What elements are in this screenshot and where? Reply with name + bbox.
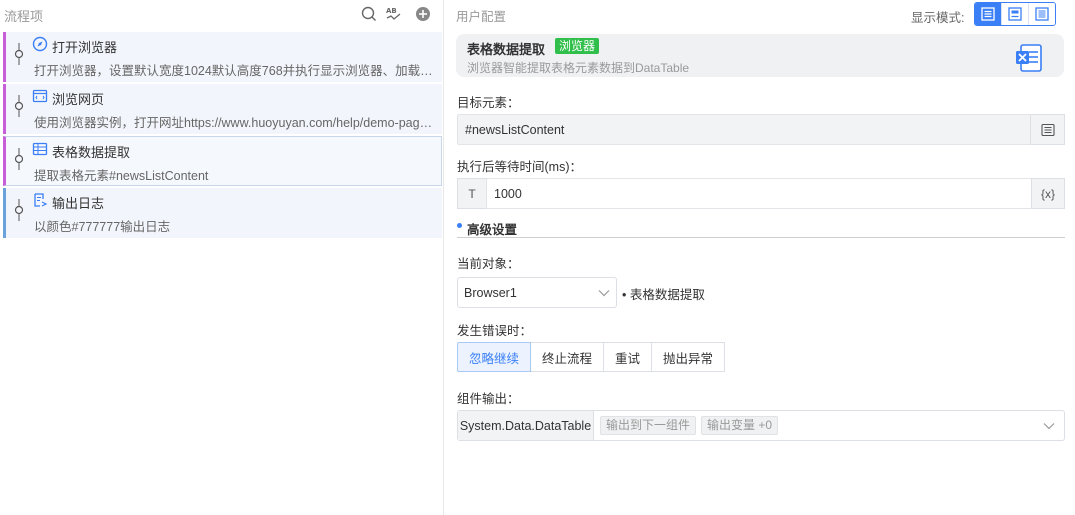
text-type-prefix[interactable]: T (457, 178, 487, 209)
section-bullet-icon (457, 223, 462, 228)
flow-item-title: 打开浏览器 (52, 40, 118, 55)
flow-item-desc: 提取表格元素#newsListContent (34, 169, 209, 183)
on-error-label: 发生错误时： (457, 324, 533, 338)
display-mode-switch (974, 2, 1056, 26)
component-category-badge: 浏览器 (555, 38, 600, 54)
flow-node-icon (14, 148, 24, 170)
config-panel: 用户配置 显示模式: 表格数据提取 浏览器 浏览器智能提取表格元素数据到Data… (445, 0, 1075, 515)
flow-node-icon (14, 95, 24, 117)
flow-item-browse-page[interactable]: 浏览网页 使用浏览器实例，打开网址https://www.huoyuyan.co… (3, 84, 442, 134)
flow-item-desc: 以颜色#777777输出日志 (34, 220, 171, 234)
on-error-retry-button[interactable]: 重试 (604, 342, 653, 372)
current-object-note: • 表格数据提取 (622, 288, 705, 302)
on-error-stop-button[interactable]: 终止流程 (531, 342, 605, 372)
output-chip-variable[interactable]: 输出变量 +0 (701, 416, 779, 435)
table-extract-icon (32, 141, 48, 157)
flow-node-icon (14, 199, 24, 221)
on-error-options: 忽略继续 终止流程 重试 抛出异常 (457, 342, 726, 372)
chevron-down-icon (598, 290, 610, 297)
component-output-label: 组件输出： (457, 392, 520, 406)
excel-table-icon (1014, 43, 1044, 73)
target-element-value: #newsListContent (465, 122, 565, 137)
flow-item-title: 输出日志 (52, 196, 105, 211)
app-root: 流程项 AB 打开浏览器 打开浏览器，设置默认宽度1024默认高度768并执行显… (0, 0, 1075, 515)
flow-item-desc: 使用浏览器实例，打开网址https://www.huoyuyan.com/hel… (34, 116, 438, 130)
wait-time-value: 1000 (494, 186, 522, 201)
svg-text:AB: AB (386, 7, 397, 15)
advanced-settings-title[interactable]: 高级设置 (467, 219, 517, 238)
output-type: System.Data.DataTable (458, 411, 594, 440)
section-divider (457, 237, 1065, 238)
flow-item-output-log[interactable]: 输出日志 以颜色#777777输出日志 (3, 188, 442, 238)
current-object-label: 当前对象： (457, 257, 520, 271)
component-name: 表格数据提取 (467, 42, 546, 57)
component-output-select[interactable]: System.Data.DataTable 输出到下一组件 输出变量 +0 (457, 410, 1065, 441)
current-object-value: Browser1 (464, 286, 517, 300)
output-chip-next[interactable]: 输出到下一组件 (600, 416, 697, 435)
flow-item-title: 浏览网页 (52, 92, 105, 107)
flow-panel-header: 流程项 AB (0, 0, 444, 30)
browser-window-icon (32, 88, 48, 104)
component-description: 浏览器智能提取表格元素数据到DataTable (467, 61, 690, 75)
flow-panel: 流程项 AB 打开浏览器 打开浏览器，设置默认宽度1024默认高度768并执行显… (0, 0, 444, 515)
display-mode-list-button[interactable] (1028, 3, 1055, 25)
flow-item-title: 表格数据提取 (52, 145, 131, 160)
flow-item-table-extract[interactable]: 表格数据提取 提取表格元素#newsListContent (3, 136, 442, 186)
add-circle-icon[interactable] (414, 5, 432, 23)
element-picker-button[interactable] (1030, 114, 1065, 145)
config-panel-title: 用户配置 (456, 10, 507, 24)
spell-check-icon[interactable]: AB (385, 5, 403, 23)
display-mode-full-button[interactable] (975, 3, 1001, 25)
flow-item-open-browser[interactable]: 打开浏览器 打开浏览器，设置默认宽度1024默认高度768并执行显示浏览器、加载… (3, 32, 442, 82)
display-mode-compact-button[interactable] (1001, 3, 1028, 25)
target-element-label: 目标元素： (457, 96, 520, 110)
search-icon[interactable] (360, 5, 378, 23)
component-info-card: 表格数据提取 浏览器 浏览器智能提取表格元素数据到DataTable (456, 34, 1064, 77)
wait-time-label: 执行后等待时间(ms)： (457, 160, 582, 174)
flow-node-icon (14, 43, 24, 65)
variable-insert-button[interactable]: {x} (1031, 178, 1065, 209)
current-object-select[interactable]: Browser1 (457, 277, 617, 308)
log-output-icon (32, 192, 48, 208)
chevron-down-icon (1043, 423, 1055, 430)
wait-time-input[interactable]: 1000 (486, 178, 1032, 209)
target-element-input[interactable]: #newsListContent (457, 114, 1031, 145)
on-error-ignore-button[interactable]: 忽略继续 (457, 342, 532, 372)
flow-item-desc: 打开浏览器，设置默认宽度1024默认高度768并执行显示浏览器、加载图片、隐身模… (34, 64, 438, 78)
on-error-throw-button[interactable]: 抛出异常 (652, 342, 726, 372)
list-icon (1040, 123, 1055, 136)
compass-icon (32, 36, 48, 52)
flow-panel-title: 流程项 (4, 9, 44, 24)
display-mode-label: 显示模式: (911, 11, 965, 25)
